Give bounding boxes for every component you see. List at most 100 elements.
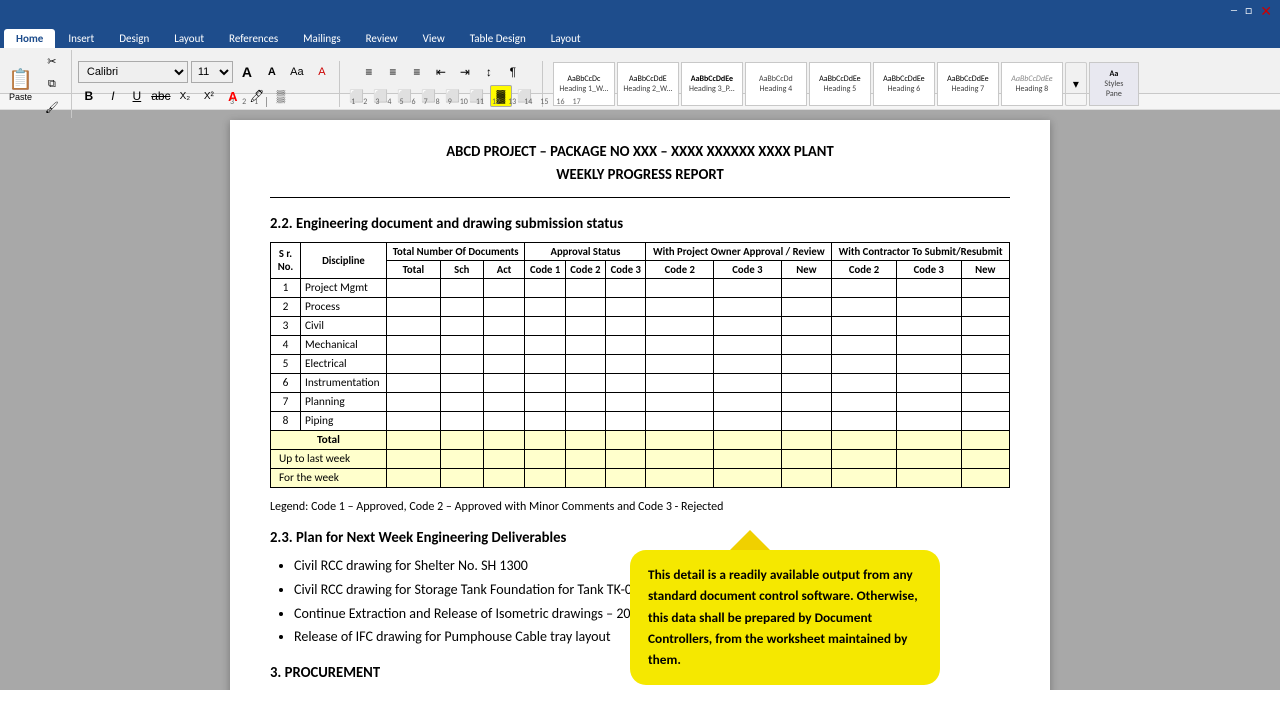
main-toolbar: 📋 Paste ✂ ⧉ 🖌 Calibri 11 A A Aa A B I U … (0, 48, 1280, 94)
col-approval-status: Approval Status (525, 242, 646, 260)
header-divider (270, 197, 1010, 198)
table-for-the-week-row: For the week (271, 468, 1010, 487)
total-label: Total (271, 430, 387, 449)
for-the-week-label: For the week (271, 468, 387, 487)
row-num: 7 (271, 392, 301, 411)
row-discipline-mechanical: Mechanical (301, 335, 387, 354)
copy-button[interactable]: ⧉ (39, 73, 65, 95)
header-line1: ABCD PROJECT – PACKAGE NO XXX – XXXX XXX… (270, 140, 1010, 163)
sub-code3-c: Code 3 (896, 260, 961, 278)
change-case-button[interactable]: Aa (286, 61, 308, 83)
row-num: 1 (271, 278, 301, 297)
tab-table-design[interactable]: Table Design (458, 29, 538, 48)
row-num: 5 (271, 354, 301, 373)
underline-button[interactable]: U (126, 85, 148, 107)
table-row: 8 Piping (271, 411, 1010, 430)
row-discipline: Planning (301, 392, 387, 411)
table-row: 6 Instrumentation (271, 373, 1010, 392)
sub-new-b: New (961, 260, 1009, 278)
col-total-number: Total Number Of Documents (386, 242, 525, 260)
format-painter-button[interactable]: 🖌 (39, 96, 65, 118)
row-num: 3 (271, 316, 301, 335)
bold-button[interactable]: B (78, 85, 100, 107)
row-discipline: Instrumentation (301, 373, 387, 392)
decrease-indent-button[interactable]: ⇤ (430, 61, 452, 83)
tab-view[interactable]: View (411, 29, 457, 48)
callout-text: This detail is a readily available outpu… (648, 566, 918, 668)
table-row: 5 Electrical (271, 354, 1010, 373)
superscript-button[interactable]: X² (198, 85, 220, 107)
font-family-select[interactable]: Calibri (78, 61, 188, 83)
title-bar: ─ □ ✕ (0, 0, 1280, 22)
row-discipline: Process (301, 297, 387, 316)
header-line2: WEEKLY PROGRESS REPORT (270, 163, 1010, 186)
table-row: 2 Process (271, 297, 1010, 316)
tab-review[interactable]: Review (354, 29, 410, 48)
ribbon-tabs: Home Insert Design Layout References Mai… (0, 22, 1280, 48)
sub-total: Total (386, 260, 440, 278)
font-shrink-button[interactable]: A (261, 61, 283, 83)
section22-table-container: S r. No. Discipline Total Number Of Docu… (270, 242, 1010, 488)
row-num: 4 (271, 335, 301, 354)
strikethrough-button[interactable]: abc (150, 85, 172, 107)
sub-sch: Sch (440, 260, 483, 278)
cut-button[interactable]: ✂ (39, 50, 65, 72)
clear-format-button[interactable]: A (311, 61, 333, 83)
maximize-btn[interactable]: □ (1245, 4, 1252, 18)
close-btn[interactable]: ✕ (1260, 3, 1272, 20)
tab-design[interactable]: Design (107, 29, 161, 48)
row-discipline: Civil (301, 316, 387, 335)
numbering-button[interactable]: ≡ (382, 61, 404, 83)
row-num: 8 (271, 411, 301, 430)
sort-button[interactable]: ↕ (478, 61, 500, 83)
minimize-btn[interactable]: ─ (1231, 4, 1237, 18)
styles-pane-button[interactable]: Aa Styles Pane (1089, 62, 1139, 106)
engineering-table: S r. No. Discipline Total Number Of Docu… (270, 242, 1010, 488)
row-discipline: Electrical (301, 354, 387, 373)
callout-box: This detail is a readily available outpu… (630, 550, 940, 685)
callout-arrow (730, 530, 770, 550)
sub-act: Act (483, 260, 525, 278)
sub-new-a: New (781, 260, 831, 278)
col-srno: S r. No. (271, 242, 301, 278)
tab-layout[interactable]: Layout (162, 29, 216, 48)
row-discipline: Piping (301, 411, 387, 430)
tab-insert[interactable]: Insert (56, 29, 106, 48)
table-total-row: Total (271, 430, 1010, 449)
paste-icon: 📋 (8, 67, 33, 92)
font-color-button[interactable]: A (222, 85, 244, 107)
table-up-to-last-week-row: Up to last week (271, 449, 1010, 468)
document-page: ABCD PROJECT – PACKAGE NO XXX – XXXX XXX… (230, 120, 1050, 690)
table-row: 4 Mechanical (271, 335, 1010, 354)
sub-code3-b: Code 3 (714, 260, 782, 278)
font-size-select[interactable]: 11 (191, 61, 233, 83)
col-with-contractor: With Contractor To Submit/Resubmit (832, 242, 1010, 260)
sub-code2-c: Code 2 (832, 260, 897, 278)
show-formatting-button[interactable]: ¶ (502, 61, 524, 83)
italic-button[interactable]: I (102, 85, 124, 107)
multilevel-list-button[interactable]: ≡ (406, 61, 428, 83)
table-row: 1 Project Mgmt (271, 278, 1010, 297)
row-discipline: Project Mgmt (301, 278, 387, 297)
tab-mailings[interactable]: Mailings (291, 29, 353, 48)
sub-code2-b: Code 2 (646, 260, 714, 278)
callout-container: This detail is a readily available outpu… (630, 530, 940, 685)
increase-indent-button[interactable]: ⇥ (454, 61, 476, 83)
document-area[interactable]: ABCD PROJECT – PACKAGE NO XXX – XXXX XXX… (0, 110, 1280, 690)
row-num: 2 (271, 297, 301, 316)
paste-group: 📋 Paste ✂ ⧉ 🖌 (4, 50, 72, 118)
subscript-button[interactable]: X₂ (174, 85, 196, 107)
table-row: 7 Planning (271, 392, 1010, 411)
col-discipline: Discipline (301, 242, 387, 278)
font-grow-button[interactable]: A (236, 61, 258, 83)
tab-references[interactable]: References (217, 29, 290, 48)
legend-text: Legend: Code 1 – Approved, Code 2 – Appr… (270, 500, 1010, 514)
tab-layout2[interactable]: Layout (539, 29, 593, 48)
paste-button[interactable]: 📋 Paste (4, 64, 37, 104)
row-num: 6 (271, 373, 301, 392)
bullets-button[interactable]: ≡ (358, 61, 380, 83)
tab-home[interactable]: Home (4, 29, 55, 48)
col-with-project-owner: With Project Owner Approval / Review (646, 242, 832, 260)
more-styles-button[interactable]: ▾ (1065, 62, 1087, 106)
table-row: 3 Civil (271, 316, 1010, 335)
